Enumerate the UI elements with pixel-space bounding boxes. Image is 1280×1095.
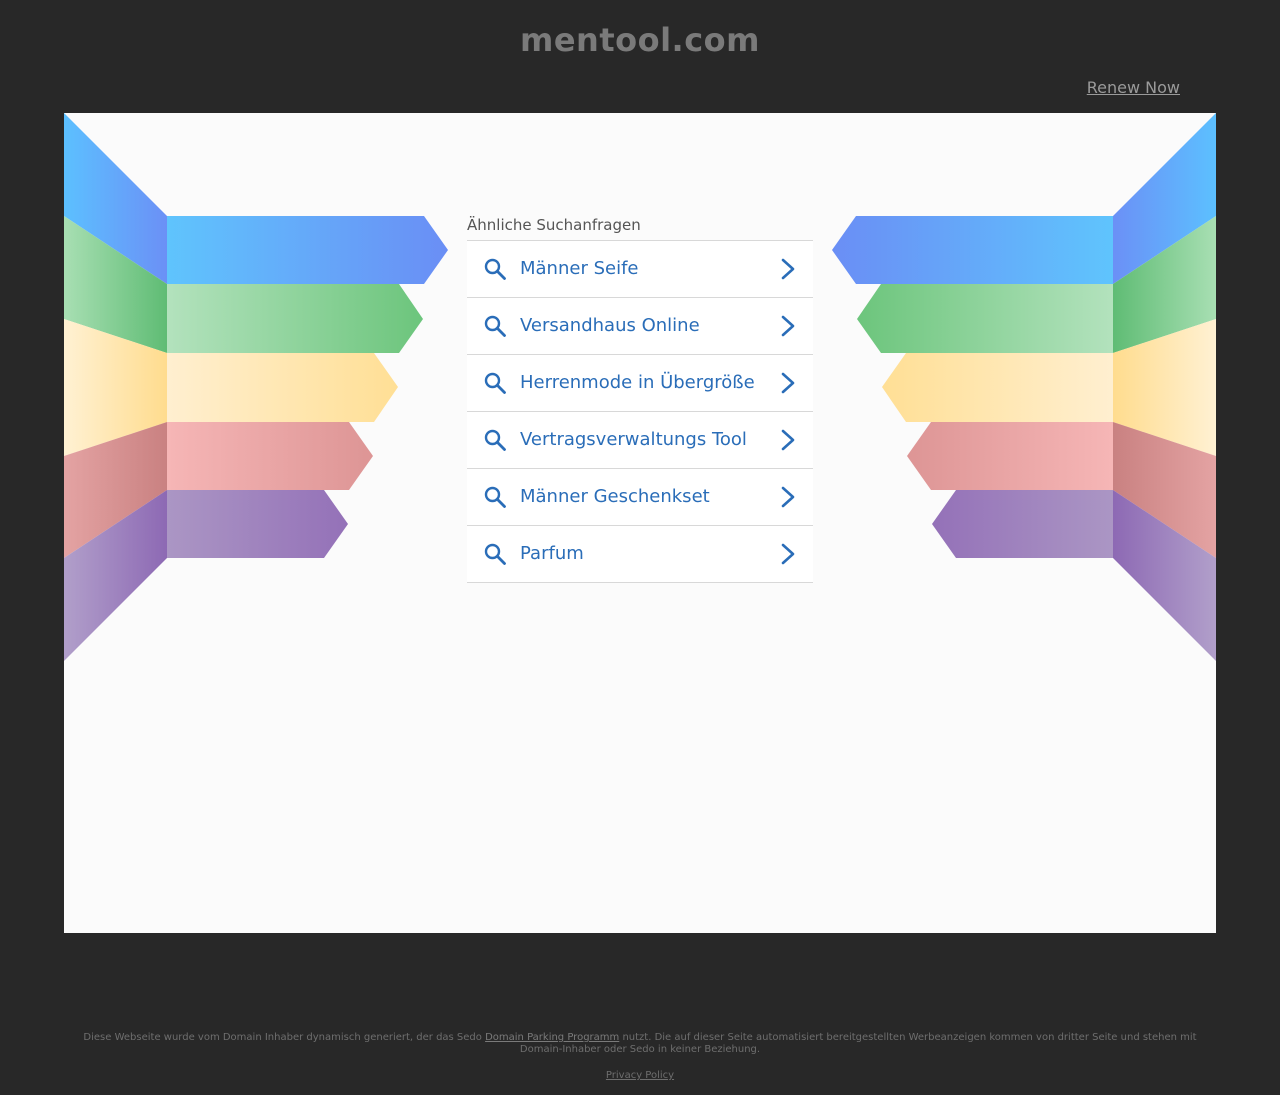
search-result-label: Versandhaus Online bbox=[520, 315, 700, 336]
search-result-link[interactable]: Männer Geschenkset bbox=[467, 469, 813, 526]
ribbon-right-arrow-red bbox=[907, 422, 1113, 490]
ribbon-right-arrow-blue bbox=[832, 216, 1113, 284]
search-result-label: Herrenmode in Übergröße bbox=[520, 372, 755, 393]
search-result-link[interactable]: Versandhaus Online bbox=[467, 298, 813, 355]
footer-text-before: Diese Webseite wurde vom Domain Inhaber … bbox=[83, 1032, 486, 1043]
search-result-label: Parfum bbox=[520, 543, 584, 564]
footer-disclaimer: Diese Webseite wurde vom Domain Inhaber … bbox=[80, 1032, 1200, 1056]
search-result-label: Männer Seife bbox=[520, 258, 639, 279]
search-icon bbox=[484, 372, 506, 394]
chevron-right-icon bbox=[781, 258, 795, 280]
chevron-right-icon bbox=[781, 486, 795, 508]
search-result-label: Männer Geschenkset bbox=[520, 486, 710, 507]
search-icon bbox=[484, 543, 506, 565]
footer-text-after: nutzt. Die auf dieser Seite automatisier… bbox=[519, 1032, 1197, 1055]
related-searches: Ähnliche Suchanfragen Männer Seife Versa… bbox=[467, 213, 813, 583]
search-result-link[interactable]: Männer Seife bbox=[467, 241, 813, 298]
search-result-link[interactable]: Parfum bbox=[467, 526, 813, 583]
ribbon-left-arrow-blue bbox=[167, 216, 448, 284]
search-result-link[interactable]: Vertragsverwaltungs Tool bbox=[467, 412, 813, 469]
renew-now-link[interactable]: Renew Now bbox=[1087, 78, 1180, 98]
chevron-right-icon bbox=[781, 372, 795, 394]
ribbon-left-arrow-red bbox=[167, 422, 373, 490]
chevron-right-icon bbox=[781, 315, 795, 337]
ribbon-right-arrow-green bbox=[857, 284, 1113, 353]
domain-title: mentool.com bbox=[519, 21, 760, 59]
search-icon bbox=[484, 315, 506, 337]
ribbon-right-arrow-purple bbox=[932, 490, 1113, 558]
search-icon bbox=[484, 486, 506, 508]
chevron-right-icon bbox=[781, 429, 795, 451]
related-searches-list: Männer Seife Versandhaus Online Herrenmo… bbox=[467, 240, 813, 583]
search-result-label: Vertragsverwaltungs Tool bbox=[520, 429, 747, 450]
related-searches-heading: Ähnliche Suchanfragen bbox=[467, 216, 641, 234]
content-panel: Ähnliche Suchanfragen Männer Seife Versa… bbox=[64, 113, 1216, 933]
ribbon-left-arrow-green bbox=[167, 284, 423, 353]
ribbon-left-arrow-yellow bbox=[167, 353, 398, 422]
ribbon-left-arrow-purple bbox=[167, 490, 348, 558]
chevron-right-icon bbox=[781, 543, 795, 565]
search-icon bbox=[484, 258, 506, 280]
ribbon-right-arrow-yellow bbox=[882, 353, 1113, 422]
domain-parking-link[interactable]: Domain Parking Programm bbox=[485, 1032, 619, 1043]
search-icon bbox=[484, 429, 506, 451]
search-result-link[interactable]: Herrenmode in Übergröße bbox=[467, 355, 813, 412]
privacy-policy-link[interactable]: Privacy Policy bbox=[0, 1070, 1280, 1082]
